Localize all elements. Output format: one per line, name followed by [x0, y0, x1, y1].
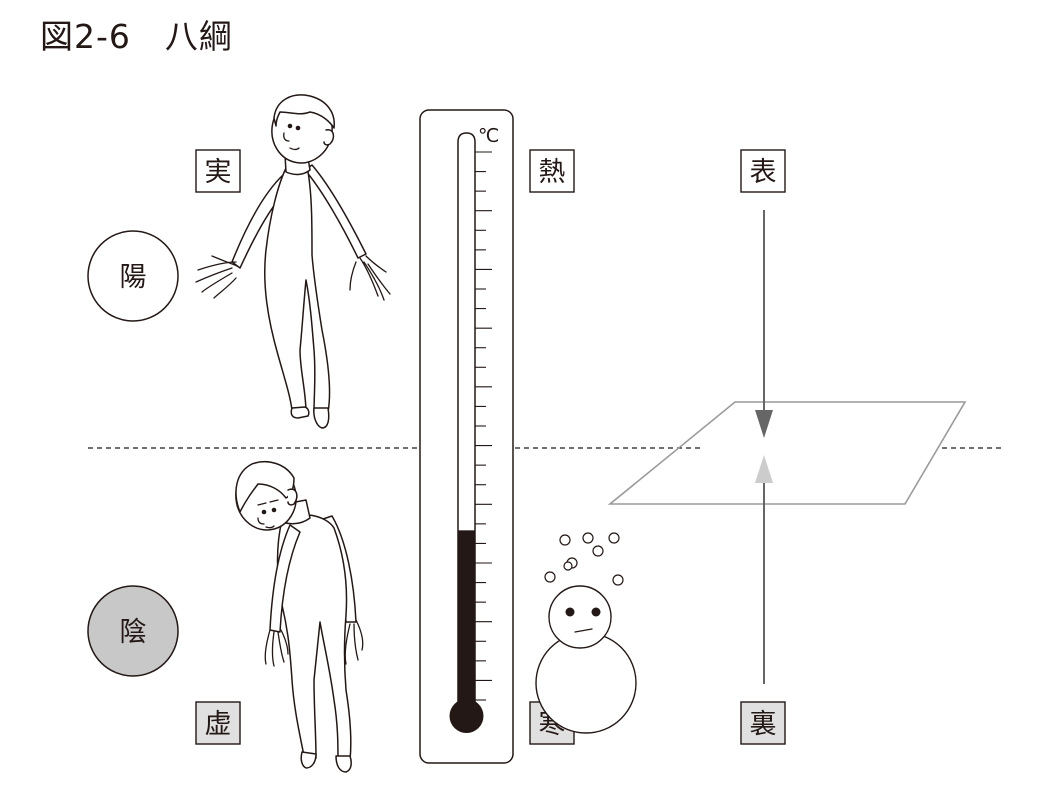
svg-text:実: 実: [205, 157, 232, 188]
label-box-excess: 実: [195, 149, 241, 193]
thermometer: ℃: [419, 109, 514, 764]
label-box-heat: 熱: [529, 149, 575, 193]
arrow-down-exterior-to-surface: [755, 210, 773, 438]
slumped-person-illustration: [235, 460, 364, 773]
svg-text:熱: 熱: [539, 157, 566, 188]
label-box-interior: 裏: [740, 701, 786, 745]
yin-label: 陰: [120, 617, 147, 648]
upright-person-illustration: [195, 94, 391, 429]
svg-text:表: 表: [750, 157, 777, 188]
surface-plane: [607, 401, 967, 505]
yin-circle: 陰: [87, 585, 179, 677]
svg-text:虚: 虚: [205, 709, 232, 740]
thermometer-mercury: [458, 530, 475, 716]
yang-circle: 陽: [87, 230, 179, 322]
eight-principles-diagram: 陽 陰 実 虚 熱 寒 表 裏 ℃: [87, 94, 1002, 773]
celsius-unit: ℃: [478, 125, 499, 147]
yang-label: 陽: [120, 262, 147, 293]
arrow-up-interior-to-surface: [755, 455, 773, 684]
label-box-exterior: 表: [740, 149, 786, 193]
snowflakes: [544, 532, 624, 586]
snowman-illustration: [535, 532, 637, 734]
thermometer-bulb: [449, 699, 484, 733]
label-box-deficiency: 虚: [195, 701, 241, 745]
svg-text:裏: 裏: [750, 709, 777, 740]
